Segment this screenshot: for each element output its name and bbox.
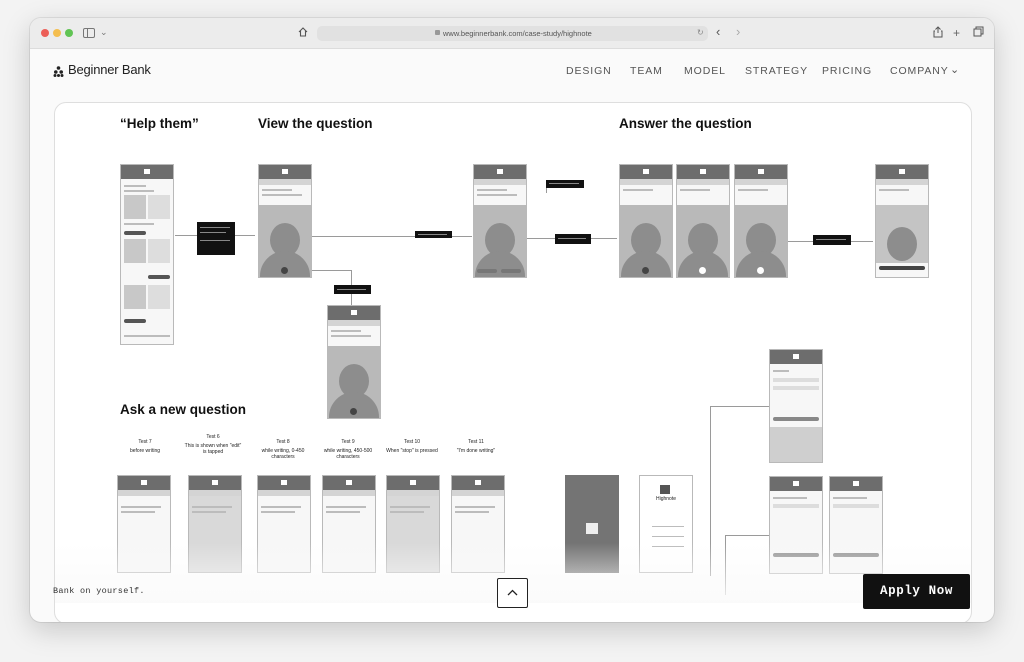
test-label-sub: while writing, 450-500 characters (323, 448, 373, 460)
chevron-up-icon (507, 589, 518, 596)
minimize-window-button[interactable] (53, 29, 61, 37)
logo-glyph (586, 523, 598, 534)
site-header: Beginner Bank DESIGN TEAM MODEL STRATEGY… (30, 49, 994, 96)
chevron-down-icon[interactable]: ⌄ (100, 27, 108, 38)
wireframe-view-question-reply (327, 305, 381, 419)
wireframe-answer-1 (619, 164, 673, 278)
section-answer-question: Answer the question (619, 116, 752, 131)
test-label-sub: before writing (129, 448, 160, 454)
lock-icon (435, 30, 440, 35)
home-icon[interactable] (298, 27, 308, 37)
test-label-title: Test 8 (276, 439, 290, 445)
section-help-them: “Help them” (120, 116, 199, 131)
test-label-title: Test 9 (341, 439, 355, 445)
nav-design[interactable]: DESIGN (566, 65, 612, 77)
test-label-title: Test 11 (468, 439, 484, 445)
connector (725, 535, 770, 536)
wireframe-answer-submit (875, 164, 929, 278)
onboarding-app-name: Highnote (655, 496, 676, 502)
company-chevron-down-icon[interactable]: ⌄ (950, 63, 959, 76)
close-window-button[interactable] (41, 29, 49, 37)
wireframe-answer-2 (676, 164, 730, 278)
wireframe-view-question-options (473, 164, 527, 278)
case-study-flow-card: “Help them” View the question Answer the… (54, 102, 972, 622)
share-icon[interactable] (933, 26, 943, 38)
test-label-title: Test 7 (138, 439, 152, 445)
test-label-title: Test 10 (403, 439, 421, 445)
test-label-sub: "I'm done writing" (456, 448, 496, 454)
annotation-note (334, 285, 371, 294)
test-label-sub: This is shown when "edit" is tapped (184, 443, 242, 455)
zoom-window-button[interactable] (65, 29, 73, 37)
test-label-title: Test 6 (206, 434, 220, 440)
footer-tagline: Bank on yourself. (53, 586, 145, 596)
annotation-note (415, 231, 452, 238)
reload-icon[interactable]: ↻ (697, 28, 704, 37)
browser-toolbar: ⌄ www.beginnerbank.com/case-study/highno… (30, 18, 994, 49)
nav-model[interactable]: MODEL (684, 65, 726, 77)
wireframe-view-question (258, 164, 312, 278)
annotation-note (197, 222, 235, 255)
nav-company[interactable]: COMPANY (890, 65, 949, 77)
test-label-sub: while writing, 0-450 characters (261, 448, 305, 460)
wireframe-text-entry-keyboard (769, 349, 823, 463)
connector (312, 270, 352, 271)
annotation-note (555, 234, 591, 244)
browser-window: ⌄ www.beginnerbank.com/case-study/highno… (30, 18, 994, 622)
wireframe-help-them-list (120, 164, 174, 345)
annotation-note (546, 180, 584, 188)
tabs-overview-icon[interactable] (973, 26, 984, 37)
nav-strategy[interactable]: STRATEGY (745, 65, 808, 77)
section-ask-new-question: Ask a new question (120, 402, 247, 417)
address-text[interactable]: www.beginnerbank.com/case-study/highnote (443, 27, 592, 41)
nav-team[interactable]: TEAM (630, 65, 663, 77)
forward-arrow-icon[interactable]: › (736, 24, 740, 40)
nav-pricing[interactable]: PRICING (822, 65, 872, 77)
brand-name[interactable]: Beginner Bank (68, 62, 151, 77)
back-arrow-icon[interactable]: ‹ (716, 24, 720, 40)
logo-glyph (660, 485, 670, 494)
connector (710, 406, 770, 407)
scroll-to-top-button[interactable] (497, 578, 528, 608)
section-view-question: View the question (258, 116, 373, 131)
sidebar-toggle-icon[interactable] (83, 28, 95, 38)
logo-icon[interactable] (53, 66, 64, 77)
wireframe-answer-3 (734, 164, 788, 278)
annotation-note (813, 235, 851, 245)
new-tab-icon[interactable]: + (953, 26, 960, 40)
test-label-sub: When "stop" is pressed (386, 448, 438, 454)
address-bar[interactable]: www.beginnerbank.com/case-study/highnote… (317, 26, 708, 41)
apply-now-button[interactable]: Apply Now (863, 574, 970, 609)
